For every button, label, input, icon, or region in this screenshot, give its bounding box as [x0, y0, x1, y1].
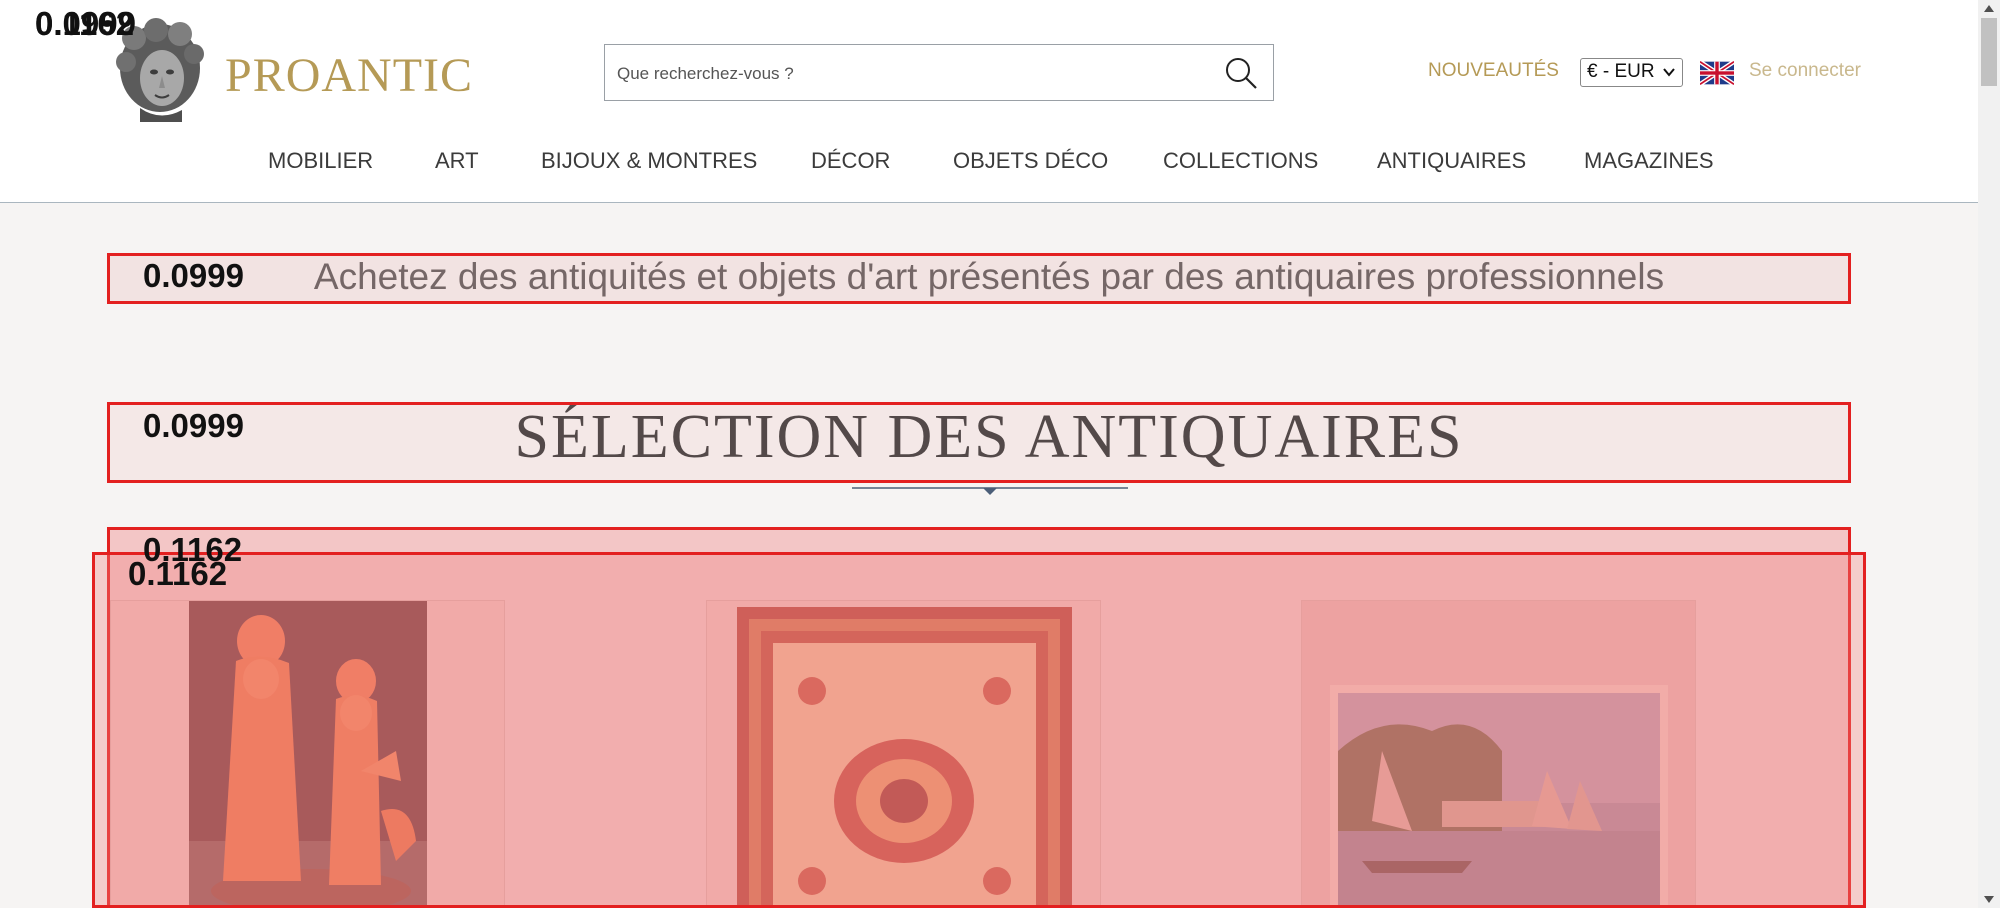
title-divider [852, 487, 1128, 495]
scroll-up-arrow-icon[interactable] [1983, 3, 1995, 13]
nav-item-decor[interactable]: DÉCOR [811, 148, 890, 174]
scroll-down-arrow-icon[interactable] [1983, 895, 1995, 905]
annotation-score: 0.0999 [143, 257, 244, 294]
brand-logo-text[interactable]: PROANTIC [225, 48, 473, 103]
uk-flag-icon[interactable] [1700, 60, 1734, 86]
nav-item-mobilier[interactable]: MOBILIER [268, 148, 373, 174]
chevron-down-icon [1663, 68, 1675, 77]
annotation-score: 0.0999 [143, 407, 244, 444]
currency-value: € - EUR [1587, 61, 1655, 82]
page-scrollbar[interactable] [1978, 0, 2000, 908]
nav-item-collections[interactable]: COLLECTIONS [1163, 148, 1318, 174]
nav-item-magazines[interactable]: MAGAZINES [1584, 148, 1714, 174]
nav-item-objets-deco[interactable]: OBJETS DÉCO [953, 148, 1108, 174]
nav-item-antiquaires[interactable]: ANTIQUAIRES [1377, 148, 1526, 174]
nav-item-art[interactable]: ART [435, 148, 479, 174]
annotation-box [107, 253, 1851, 304]
annotation-score: 0.0999 [35, 5, 136, 42]
currency-select[interactable]: € - EUR [1580, 58, 1683, 87]
annotation-score: 0.1162 [128, 555, 228, 592]
scrollbar-thumb[interactable] [1981, 18, 1997, 86]
new-arrivals-link[interactable]: NOUVEAUTÉS [1428, 60, 1559, 82]
annotation-box [107, 402, 1851, 483]
search-input[interactable] [615, 55, 1199, 93]
main-nav: MOBILIER ART BIJOUX & MONTRES DÉCOR OBJE… [0, 148, 1978, 178]
site-header: PROANTIC NOUVEAUTÉS € - EUR Se connecter… [0, 0, 1978, 203]
login-link[interactable]: Se connecter [1749, 60, 1861, 82]
nav-item-bijoux-montres[interactable]: BIJOUX & MONTRES [541, 148, 757, 174]
annotation-box [92, 552, 1866, 908]
search-icon[interactable] [1223, 55, 1259, 91]
search-box [604, 44, 1274, 101]
